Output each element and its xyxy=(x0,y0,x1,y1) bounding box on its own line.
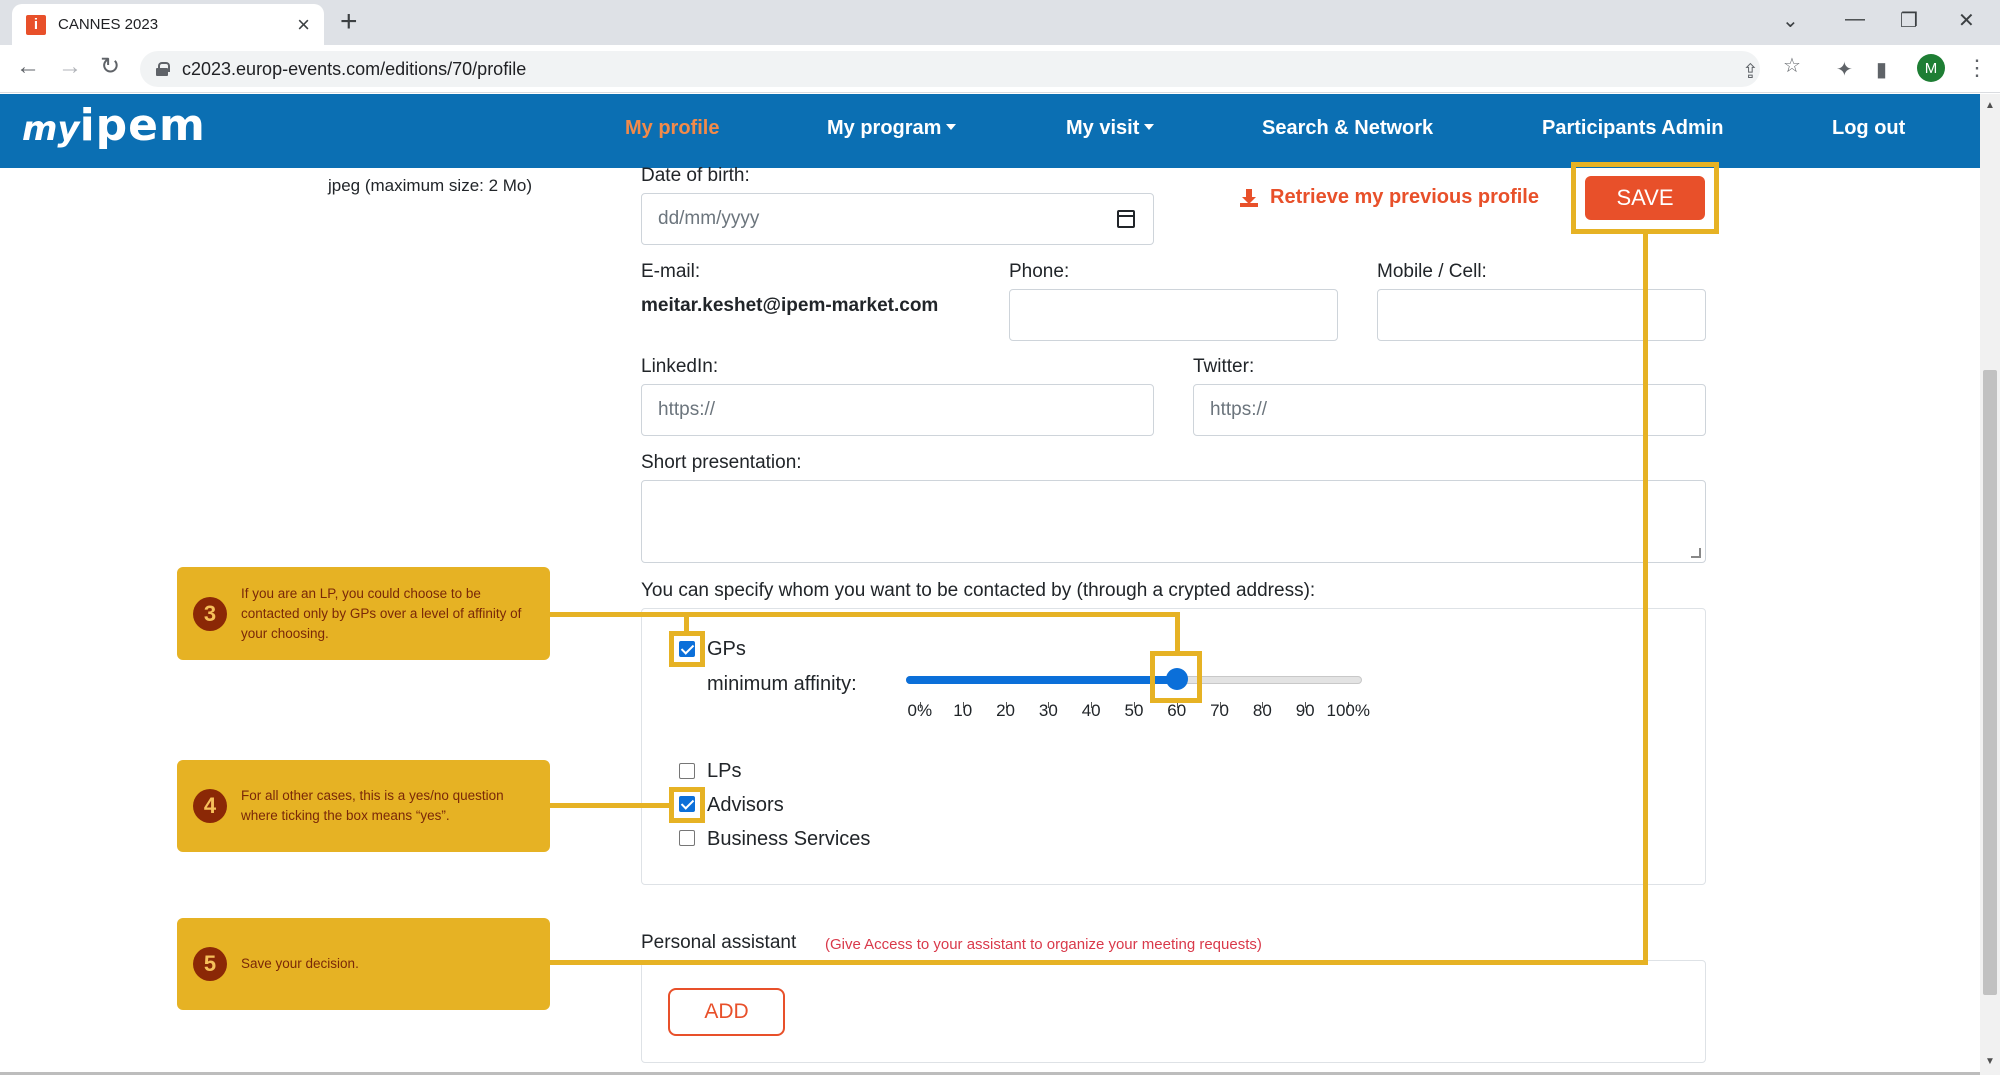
step-number: 3 xyxy=(193,596,227,631)
slider-tick-label: 20 xyxy=(996,701,1016,720)
advisors-highlight-box xyxy=(669,787,705,823)
back-icon[interactable]: ← xyxy=(16,55,40,79)
scroll-down-icon[interactable]: ▼ xyxy=(1985,1056,1995,1067)
phone-input[interactable] xyxy=(1009,289,1338,341)
connector-line xyxy=(550,803,671,808)
connector-line xyxy=(1643,233,1648,965)
annotation-text: For all other cases, this is a yes/no qu… xyxy=(241,788,504,823)
lps-checkbox[interactable] xyxy=(679,763,695,779)
resize-handle-icon[interactable] xyxy=(1691,548,1701,558)
chevron-down-icon xyxy=(1144,124,1155,130)
presentation-textarea[interactable] xyxy=(641,480,1706,563)
slider-highlight-box xyxy=(1150,651,1202,703)
assistant-panel xyxy=(641,960,1706,1063)
annotation-text: Save your decision. xyxy=(241,956,359,971)
linkedin-label: LinkedIn: xyxy=(641,356,719,377)
site-navbar: myipem My profile My program My visit Se… xyxy=(0,94,1980,168)
bookmark-star-icon[interactable]: ☆ xyxy=(1783,53,1801,78)
advisors-label: Advisors xyxy=(707,794,784,816)
forward-icon[interactable]: → xyxy=(58,55,82,79)
close-window-icon[interactable]: ✕ xyxy=(1958,8,1975,33)
gps-highlight-box xyxy=(669,631,705,667)
assistant-label: Personal assistant xyxy=(641,932,797,953)
phone-label: Phone: xyxy=(1009,261,1070,282)
nav-my-profile[interactable]: My profile xyxy=(625,117,719,140)
chevron-down-icon xyxy=(946,124,957,130)
retrieve-profile-link[interactable]: Retrieve my previous profile xyxy=(1240,186,1539,209)
profile-avatar[interactable]: M xyxy=(1917,54,1945,82)
annotation-text: If you are an LP, you could choose to be… xyxy=(241,585,522,641)
browser-tab[interactable]: i CANNES 2023 × xyxy=(12,4,324,45)
download-icon xyxy=(1240,188,1258,207)
url-field[interactable]: c2023.europ-events.com/editions/70/profi… xyxy=(140,51,1760,87)
photo-hint: jpeg (maximum size: 2 Mo) xyxy=(328,176,533,195)
scrollbar-thumb[interactable] xyxy=(1983,370,1997,995)
browser-tabstrip: i CANNES 2023 × + ⌄ — ❐ ✕ xyxy=(0,0,2000,45)
annotation-callout-4: 4 For all other cases, this is a yes/no … xyxy=(177,760,550,852)
myipem-logo[interactable]: myipem xyxy=(22,100,206,151)
scroll-up-icon[interactable]: ▲ xyxy=(1985,100,1995,111)
minimize-icon[interactable]: — xyxy=(1845,8,1865,31)
slider-tick-label: 10 xyxy=(953,701,973,720)
lock-icon xyxy=(156,62,170,76)
linkedin-input[interactable]: https:// xyxy=(641,384,1154,436)
save-highlight-box xyxy=(1571,162,1719,234)
presentation-label: Short presentation: xyxy=(641,452,802,473)
slider-tick-label: 50 xyxy=(1124,701,1144,720)
affinity-slider-fill xyxy=(906,676,1177,684)
add-assistant-button[interactable]: ADD xyxy=(668,988,785,1036)
mobile-label: Mobile / Cell: xyxy=(1377,261,1487,282)
side-panel-icon[interactable]: ▮ xyxy=(1876,57,1887,82)
connector-line xyxy=(684,612,689,634)
restore-icon[interactable]: ❐ xyxy=(1900,8,1918,33)
tab-title: CANNES 2023 xyxy=(58,16,159,33)
slider-tick-label: 70 xyxy=(1210,701,1230,720)
business-services-label: Business Services xyxy=(707,828,871,850)
slider-tick-label: 30 xyxy=(1038,701,1058,720)
connector-line xyxy=(1175,612,1180,654)
business-services-checkbox[interactable] xyxy=(679,830,695,846)
nav-search-network[interactable]: Search & Network xyxy=(1262,117,1433,140)
connector-line xyxy=(550,612,1180,617)
step-number: 5 xyxy=(193,947,227,981)
dob-label: Date of birth: xyxy=(641,165,750,186)
affinity-label: minimum affinity: xyxy=(707,673,857,695)
tab-search-icon[interactable]: ⌄ xyxy=(1782,8,1799,33)
slider-tick-label: 60 xyxy=(1167,701,1187,720)
twitter-label: Twitter: xyxy=(1193,356,1255,377)
mobile-input[interactable] xyxy=(1377,289,1706,341)
gps-label: GPs xyxy=(707,638,746,660)
close-tab-icon[interactable]: × xyxy=(297,13,310,36)
new-tab-icon[interactable]: + xyxy=(340,7,358,37)
step-number: 4 xyxy=(193,789,227,823)
extensions-icon[interactable]: ✦ xyxy=(1836,57,1853,82)
favicon-icon: i xyxy=(26,14,46,35)
nav-my-visit[interactable]: My visit xyxy=(1066,117,1155,140)
twitter-input[interactable]: https:// xyxy=(1193,384,1706,436)
url-text: c2023.europ-events.com/editions/70/profi… xyxy=(182,58,527,79)
contact-label: You can specify whom you want to be cont… xyxy=(641,580,1316,601)
lps-label: LPs xyxy=(707,760,742,782)
calendar-icon[interactable] xyxy=(1117,210,1135,228)
slider-tick-label: 90 xyxy=(1295,701,1315,720)
menu-icon[interactable]: ⋮ xyxy=(1966,55,1988,81)
nav-my-program[interactable]: My program xyxy=(827,117,957,140)
slider-tick-label: 100% xyxy=(1326,701,1370,720)
assistant-note: (Give Access to your assistant to organi… xyxy=(825,936,1262,953)
connector-line xyxy=(550,960,1648,965)
nav-participants-admin[interactable]: Participants Admin xyxy=(1542,117,1724,140)
email-label: E-mail: xyxy=(641,261,701,282)
annotation-callout-3: 3 If you are an LP, you could choose to … xyxy=(177,567,550,660)
address-bar: ← → ↻ c2023.europ-events.com/editions/70… xyxy=(0,45,2000,93)
share-icon[interactable]: ⇪ xyxy=(1742,59,1759,84)
slider-tick-label: 80 xyxy=(1252,701,1272,720)
annotation-callout-5: 5 Save your decision. xyxy=(177,918,550,1010)
nav-log-out[interactable]: Log out xyxy=(1832,117,1905,140)
email-value: meitar.keshet@ipem-market.com xyxy=(641,295,939,316)
slider-tick-label: 40 xyxy=(1081,701,1101,720)
slider-tick-label: 0% xyxy=(907,701,933,720)
dob-input[interactable]: dd/mm/yyyy xyxy=(641,193,1154,245)
reload-icon[interactable]: ↻ xyxy=(100,55,120,79)
